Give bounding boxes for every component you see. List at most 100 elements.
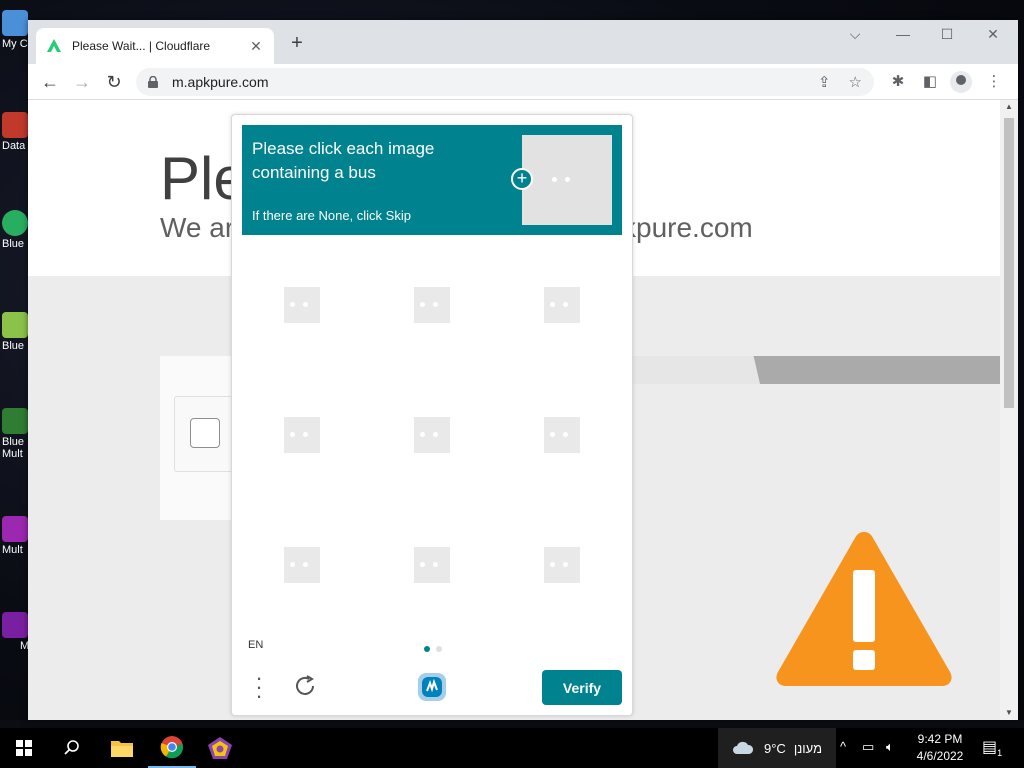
- clock-date: 4/6/2022: [916, 749, 964, 763]
- side-panel-icon[interactable]: ◧: [920, 72, 940, 90]
- loading-indicator: [290, 432, 308, 437]
- captcha-checkbox[interactable]: [190, 418, 220, 448]
- title-bar: Please Wait... | Cloudflare ✕ + ⌵ — ☐ ✕: [28, 20, 1018, 64]
- address-bar[interactable]: m.apkpure.com ⇪ ☆: [136, 68, 874, 96]
- scroll-thumb[interactable]: [1004, 118, 1014, 408]
- expand-example-icon[interactable]: +: [511, 168, 533, 190]
- challenge-image-tile[interactable]: [414, 287, 450, 323]
- challenge-image-tile[interactable]: [284, 417, 320, 453]
- app-taskbar-button[interactable]: [196, 728, 244, 768]
- clock-time: 9:42 PM: [917, 732, 963, 746]
- verify-button[interactable]: Verify: [542, 670, 622, 705]
- challenge-image-tile[interactable]: [544, 547, 580, 583]
- warning-icon: [776, 532, 952, 686]
- challenge-hint: If there are None, click Skip: [252, 208, 411, 223]
- chrome-menu-icon[interactable]: ⋮: [984, 72, 1004, 90]
- hcaptcha-logo-icon: [418, 673, 446, 701]
- tab-active[interactable]: Please Wait... | Cloudflare ✕: [36, 28, 274, 64]
- desktop-icon-label: M: [20, 640, 30, 652]
- notifications-icon[interactable]: ▤1: [982, 737, 1002, 758]
- chrome-icon: [160, 736, 184, 759]
- close-window-button[interactable]: ✕: [978, 26, 1008, 43]
- challenge-image-tile[interactable]: [284, 287, 320, 323]
- page-subtitle-right: kpure.com: [622, 212, 753, 243]
- tab-title: Please Wait... | Cloudflare: [72, 39, 211, 53]
- url-text: m.apkpure.com: [172, 74, 269, 90]
- new-tab-button[interactable]: +: [286, 32, 308, 55]
- tab-close-icon[interactable]: ✕: [248, 38, 264, 55]
- desktop-icon-bluestacks-multi[interactable]: Blue Mult: [2, 408, 30, 460]
- search-button[interactable]: [48, 728, 96, 768]
- loading-indicator: [290, 302, 308, 307]
- bluestacks-icon: [2, 312, 28, 338]
- taskbar: 9°C מעונן ^ ▭ 🔈︎ 9:42 PM 4/6/2022 ▤1: [0, 728, 1024, 768]
- tab-search-icon[interactable]: ⌵: [840, 26, 870, 43]
- app-icon: [2, 612, 28, 638]
- challenge-image-tile[interactable]: [414, 547, 450, 583]
- chrome-taskbar-button[interactable]: [148, 728, 196, 768]
- desktop-icon-label: My C: [2, 38, 28, 50]
- folder-icon: [111, 741, 133, 757]
- desktop-icon-bluestacks[interactable]: Blue: [2, 210, 30, 250]
- challenge-image-tile[interactable]: [284, 547, 320, 583]
- desktop-icon-label: Blue Mult: [2, 436, 25, 460]
- computer-icon: [2, 10, 28, 36]
- challenge-header: Please click each image containing a bus…: [242, 125, 622, 235]
- scroll-down-arrow-icon[interactable]: ▼: [1000, 706, 1018, 720]
- profile-avatar[interactable]: [950, 71, 972, 93]
- page-subtitle-left: We ar: [160, 212, 235, 243]
- desktop-icon-m[interactable]: M: [2, 612, 30, 652]
- bookmark-star-icon[interactable]: ☆: [849, 73, 862, 91]
- browser-toolbar: ← → ↻ m.apkpure.com ⇪ ☆ ✱ ◧ ⋮: [28, 64, 1018, 100]
- search-icon: [64, 740, 79, 755]
- loading-indicator: [420, 562, 438, 567]
- volume-icon[interactable]: 🔈︎: [886, 739, 894, 755]
- share-icon[interactable]: ⇪: [818, 73, 831, 91]
- desktop-icon-label: Blue: [2, 340, 25, 352]
- maximize-button[interactable]: ☐: [932, 26, 962, 43]
- pager-dot-active: [424, 646, 430, 652]
- network-icon[interactable]: ▭: [862, 739, 874, 755]
- example-image: [522, 135, 612, 225]
- challenge-image-tile[interactable]: [544, 417, 580, 453]
- desktop-icon-my-computer[interactable]: My C: [2, 10, 30, 50]
- start-button[interactable]: [0, 728, 48, 768]
- tray-overflow-icon[interactable]: ^: [840, 739, 846, 754]
- apkpure-favicon-icon: [47, 39, 61, 52]
- app-icon: [2, 516, 28, 542]
- challenge-image-tile[interactable]: [544, 287, 580, 323]
- desktop-icon-multi[interactable]: Mult: [2, 516, 30, 556]
- app-icon: [2, 112, 28, 138]
- desktop-icon-label: Blue: [2, 238, 25, 250]
- scroll-up-arrow-icon[interactable]: ▲: [1000, 100, 1018, 114]
- forward-button[interactable]: →: [70, 70, 94, 94]
- loading-indicator: [420, 432, 438, 437]
- back-button[interactable]: ←: [38, 70, 62, 94]
- language-selector[interactable]: EN: [248, 639, 263, 651]
- weather-widget[interactable]: 9°C מעונן: [718, 728, 836, 768]
- loading-indicator: [550, 302, 568, 307]
- challenge-pager: [424, 646, 442, 652]
- reload-button[interactable]: ↻: [102, 70, 126, 94]
- desktop-icon-bluestacks-2[interactable]: Blue: [2, 312, 30, 352]
- file-explorer-button[interactable]: [98, 728, 146, 768]
- windows-logo-icon: [16, 740, 32, 756]
- bluestacks-multi-icon: [2, 408, 28, 434]
- more-options-icon[interactable]: · · ·: [252, 667, 266, 707]
- desktop-icon-label: Data: [2, 140, 26, 152]
- desktop-icon-label: Mult: [2, 544, 23, 556]
- weather-temperature: 9°C: [764, 740, 786, 756]
- challenge-image-tile[interactable]: [414, 417, 450, 453]
- loading-indicator: [420, 302, 438, 307]
- minimize-button[interactable]: —: [888, 26, 918, 42]
- extensions-icon[interactable]: ✱: [888, 72, 908, 90]
- page-scrollbar[interactable]: ▲ ▼: [1000, 100, 1018, 720]
- refresh-challenge-icon[interactable]: [292, 673, 318, 699]
- taskbar-clock[interactable]: 9:42 PM 4/6/2022: [910, 731, 970, 765]
- loading-indicator: [550, 432, 568, 437]
- hcaptcha-challenge: Please click each image containing a bus…: [231, 114, 633, 716]
- weather-condition: מעונן: [793, 740, 823, 756]
- desktop-icon-data[interactable]: Data: [2, 112, 30, 152]
- loading-indicator: [550, 562, 568, 567]
- lock-icon[interactable]: [148, 76, 158, 88]
